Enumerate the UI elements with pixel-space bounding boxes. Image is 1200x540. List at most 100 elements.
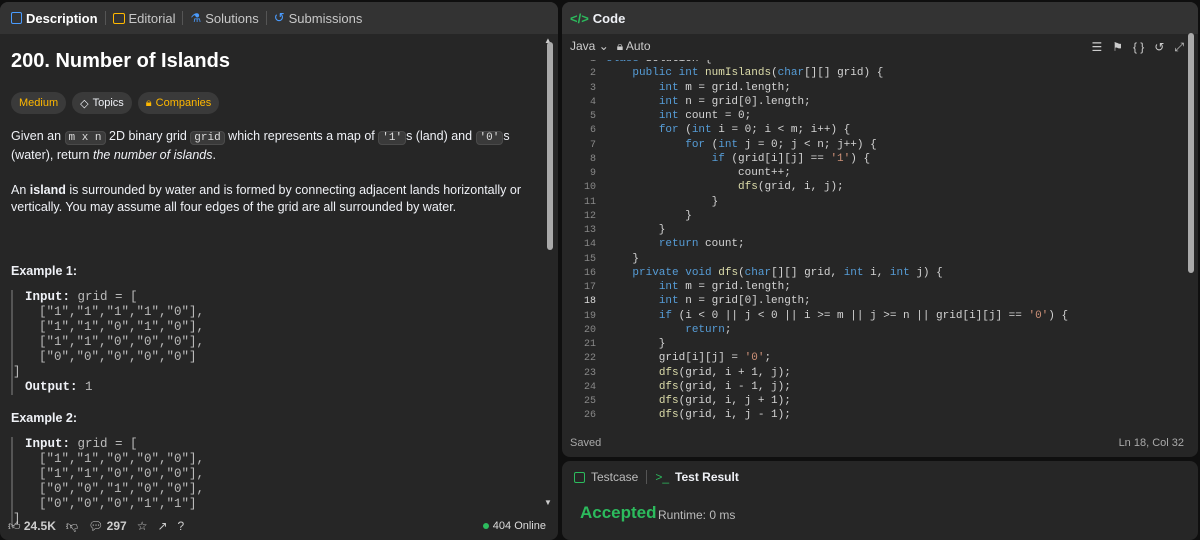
like-button[interactable]: 👍︎ 24.5K bbox=[8, 519, 56, 534]
book-icon bbox=[112, 12, 125, 24]
code-line: dfs(grid, i, j - 1); bbox=[658, 409, 791, 422]
code-line: private void dfs(char[][] grid, int i, i… bbox=[632, 266, 943, 279]
line-number: 18 bbox=[583, 296, 596, 308]
result-panel: Testcase >_ Test Result Accepted Runtime… bbox=[562, 461, 1198, 540]
tab-testcase[interactable]: Testcase bbox=[591, 470, 638, 484]
text: s (land) and bbox=[406, 129, 476, 143]
description-scrollbar[interactable] bbox=[547, 42, 553, 250]
dislike-icon[interactable]: 👎︎ bbox=[66, 519, 78, 534]
code-editor[interactable]: 1 class Solution {2 public int numIslands… bbox=[562, 60, 1198, 425]
line-number: 2 bbox=[589, 68, 596, 80]
line-number: 4 bbox=[589, 96, 596, 108]
tab-test-result[interactable]: Test Result bbox=[675, 470, 739, 484]
line-number: 16 bbox=[583, 267, 596, 279]
code-header: </> Code bbox=[562, 2, 1198, 34]
grid-row: ["1","1","1","1","0"], bbox=[39, 305, 205, 319]
badge-row: Medium ◇ Topics 🔒︎ Companies bbox=[11, 92, 543, 114]
star-icon[interactable]: ☆ bbox=[137, 519, 148, 533]
auto-mode[interactable]: 🔒︎ Auto bbox=[617, 39, 651, 54]
code-title: Code bbox=[592, 10, 626, 26]
example-1-input: Input: grid = [ bbox=[25, 290, 543, 305]
example-2-input: Input: grid = [ bbox=[25, 437, 543, 452]
left-tab-bar: Description Editorial ⚗ Solutions ↺ Submis… bbox=[0, 2, 558, 34]
code-line: if (grid[i][j] == '1') { bbox=[711, 152, 871, 165]
line-number: 20 bbox=[583, 324, 596, 336]
text: 2D binary grid bbox=[105, 129, 191, 143]
line-number: 19 bbox=[583, 310, 596, 322]
line-number: 11 bbox=[583, 196, 596, 208]
line-number: 26 bbox=[583, 410, 596, 422]
line-number: 5 bbox=[589, 111, 596, 122]
comments-button[interactable]: 💬︎ 297 bbox=[88, 519, 127, 533]
code-line: } bbox=[606, 338, 666, 350]
grid-row: ["0","0","0","1","1"] bbox=[39, 497, 197, 511]
line-number: 12 bbox=[583, 210, 596, 222]
problem-description: 200. Number of Islands Medium ◇ Topics 🔒︎… bbox=[11, 42, 543, 527]
example-1-block: Input: grid = [ ["1","1","1","1","0"], [… bbox=[11, 290, 543, 395]
description-footer: 👍︎ 24.5K 👎︎ 💬︎ 297 ☆ ↗ ? 404 Online bbox=[0, 512, 558, 540]
grid-row: ["1","1","0","0","0"], bbox=[39, 467, 205, 481]
code-line: dfs(grid, i + 1, j); bbox=[658, 366, 791, 379]
code-line: grid[i][j] = '0'; bbox=[606, 352, 772, 365]
code-line: dfs(grid, i, j + 1); bbox=[658, 395, 791, 407]
text: Given an bbox=[11, 129, 65, 143]
line-number: 10 bbox=[583, 182, 596, 194]
editor-scrollbar[interactable] bbox=[1188, 33, 1194, 273]
lock-icon: 🔒︎ bbox=[145, 96, 152, 109]
code-line: for (int i = 0; i < m; i++) { bbox=[658, 124, 851, 137]
code-line: } bbox=[606, 252, 640, 265]
companies-badge[interactable]: 🔒︎ Companies bbox=[137, 92, 220, 114]
text: . bbox=[212, 148, 216, 162]
code-line: int m = grid.length; bbox=[658, 281, 791, 293]
language-select[interactable]: Java ⌄ bbox=[570, 39, 609, 53]
line-number: 23 bbox=[583, 367, 596, 379]
scroll-down-icon[interactable]: ▼ bbox=[544, 498, 552, 507]
emphasis-text: the number of islands bbox=[92, 148, 213, 162]
inline-code: grid bbox=[190, 131, 225, 145]
online-dot bbox=[482, 523, 489, 529]
text: is surrounded by water and is formed by … bbox=[11, 183, 522, 214]
grid-row: ["0","0","0","0","0"] bbox=[39, 350, 197, 364]
reset-icon[interactable]: ↺ bbox=[1154, 40, 1164, 55]
grid-row: ["0","0","1","0","0"], bbox=[39, 482, 205, 496]
expand-icon[interactable]: ⤢ bbox=[1174, 40, 1184, 55]
tab-submissions[interactable]: ↺ Submissions bbox=[269, 2, 368, 34]
topics-badge[interactable]: ◇ Topics bbox=[72, 92, 132, 114]
line-number: 15 bbox=[583, 253, 596, 265]
bookmark-icon[interactable]: ⚑ bbox=[1112, 40, 1123, 55]
mode-label: Auto bbox=[625, 38, 651, 53]
tab-editorial[interactable]: Editorial bbox=[108, 2, 181, 34]
code-line: count++; bbox=[606, 167, 791, 179]
difficulty-badge[interactable]: Medium bbox=[11, 92, 67, 114]
input-head: grid = [ bbox=[70, 437, 138, 451]
line-number: 22 bbox=[583, 353, 596, 365]
line-number: 13 bbox=[583, 225, 596, 236]
braces-icon[interactable]: { } bbox=[1133, 40, 1144, 55]
result-status: Accepted bbox=[580, 503, 657, 522]
code-line: public int numIslands(char[][] grid) { bbox=[632, 67, 884, 80]
output-value: 1 bbox=[77, 380, 93, 394]
share-icon[interactable]: ↗ bbox=[157, 519, 167, 533]
tab-editorial-label: Editorial bbox=[128, 10, 176, 26]
example-2-title: Example 2: bbox=[11, 411, 78, 425]
code-line: dfs(grid, i - 1, j); bbox=[658, 380, 791, 393]
tab-divider bbox=[265, 11, 267, 25]
format-icon[interactable]: ☰ bbox=[1091, 40, 1102, 55]
grid-close: ] bbox=[13, 365, 21, 379]
line-number: 24 bbox=[583, 381, 596, 393]
result-tab-bar: Testcase >_ Test Result bbox=[562, 463, 1198, 491]
tab-solutions[interactable]: ⚗ Solutions bbox=[185, 2, 263, 34]
tab-description[interactable]: Description bbox=[6, 2, 103, 34]
code-line: for (int j = 0; j < n; j++) { bbox=[685, 138, 877, 151]
inline-code: m x n bbox=[64, 131, 106, 145]
like-count: 24.5K bbox=[23, 518, 56, 533]
input-label: Input: bbox=[25, 437, 71, 451]
line-number: 21 bbox=[583, 339, 596, 350]
tab-divider bbox=[182, 11, 184, 25]
grid-row: ["1","1","0","1","0"], bbox=[39, 320, 205, 334]
help-icon[interactable]: ? bbox=[178, 519, 185, 533]
code-line: } bbox=[606, 209, 692, 222]
example-1-output: Output: 1 bbox=[25, 380, 543, 395]
code-line: int count = 0; bbox=[658, 110, 752, 122]
description-paragraph-1: Given an m x n 2D binary grid grid which… bbox=[11, 128, 543, 164]
